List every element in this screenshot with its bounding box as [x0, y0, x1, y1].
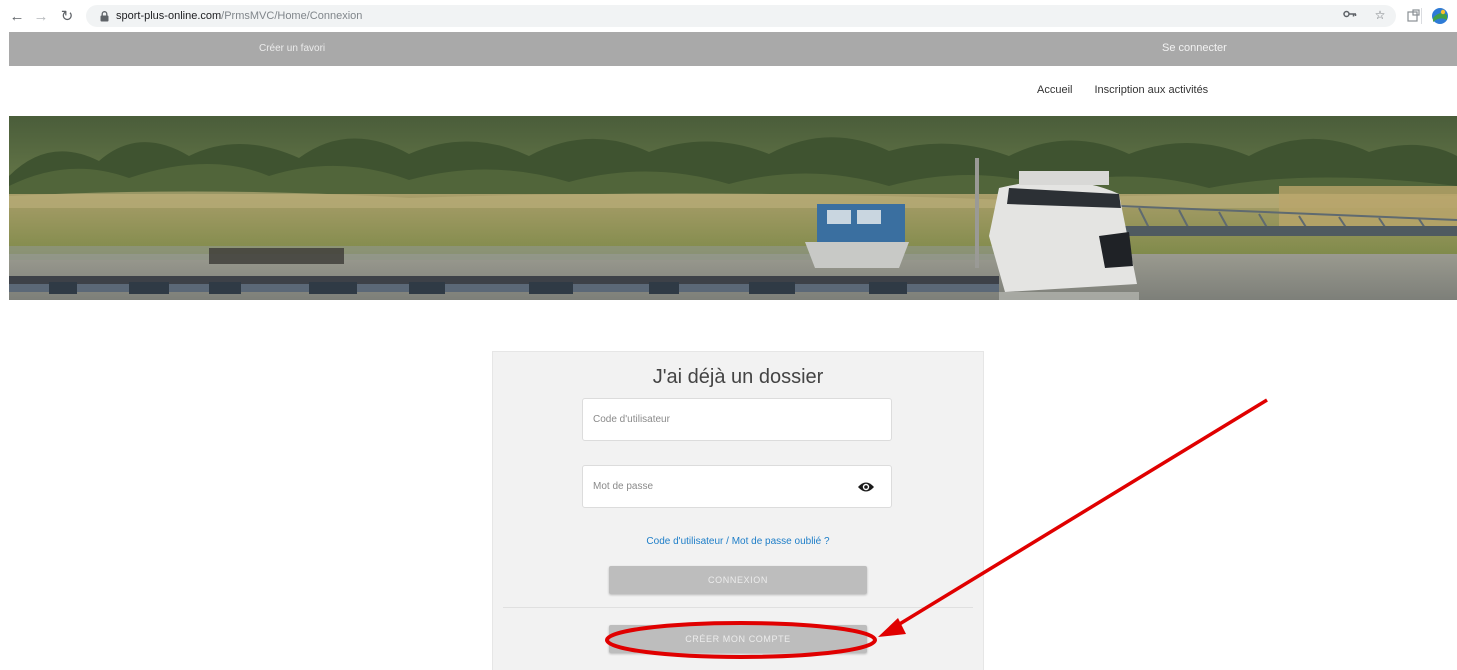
password-field[interactable]	[582, 465, 892, 508]
username-field[interactable]	[582, 398, 892, 441]
browser-toolbar: ← → ↻ sport-plus-online.com/PrmsMVC/Home…	[0, 0, 1457, 32]
forward-arrow-icon[interactable]: →	[30, 5, 52, 27]
forgot-credentials-link[interactable]: Code d'utilisateur / Mot de passe oublié…	[493, 536, 983, 547]
password-input[interactable]	[583, 466, 891, 507]
create-account-button[interactable]: CRÉER MON COMPTE	[609, 625, 867, 653]
lock-icon	[98, 10, 110, 22]
panel-divider	[503, 607, 973, 608]
nav-item-home[interactable]: Accueil	[1037, 84, 1072, 96]
login-title: J'ai déjà un dossier	[652, 366, 824, 388]
app-logo-icon[interactable]	[1430, 6, 1450, 26]
site-navigation: Accueil Inscription aux activités	[1037, 84, 1208, 96]
url-host: sport-plus-online.com	[116, 10, 222, 22]
login-panel: J'ai déjà un dossier Code d'utilisateur …	[492, 351, 984, 670]
back-arrow-icon[interactable]: ←	[6, 5, 28, 27]
key-icon[interactable]	[1342, 8, 1358, 22]
username-input[interactable]	[583, 399, 891, 440]
create-favorite-link[interactable]: Créer un favori	[259, 43, 325, 54]
site-top-bar: Créer un favori Se connecter	[9, 32, 1457, 66]
eye-icon[interactable]	[857, 480, 875, 494]
toolbar-separator	[1421, 8, 1422, 24]
reload-icon[interactable]: ↻	[56, 5, 78, 27]
hero-banner-image	[9, 116, 1457, 300]
login-link[interactable]: Se connecter	[1162, 42, 1227, 54]
connexion-button[interactable]: CONNEXION	[609, 566, 867, 594]
url-path: /PrmsMVC/Home/Connexion	[221, 10, 363, 22]
url-text: sport-plus-online.com/PrmsMVC/Home/Conne…	[116, 10, 362, 22]
address-bar[interactable]: sport-plus-online.com/PrmsMVC/Home/Conne…	[86, 5, 1396, 27]
nav-item-activities[interactable]: Inscription aux activités	[1094, 84, 1208, 96]
extension-icon[interactable]	[1406, 9, 1422, 25]
star-icon[interactable]: ☆	[1372, 8, 1388, 22]
